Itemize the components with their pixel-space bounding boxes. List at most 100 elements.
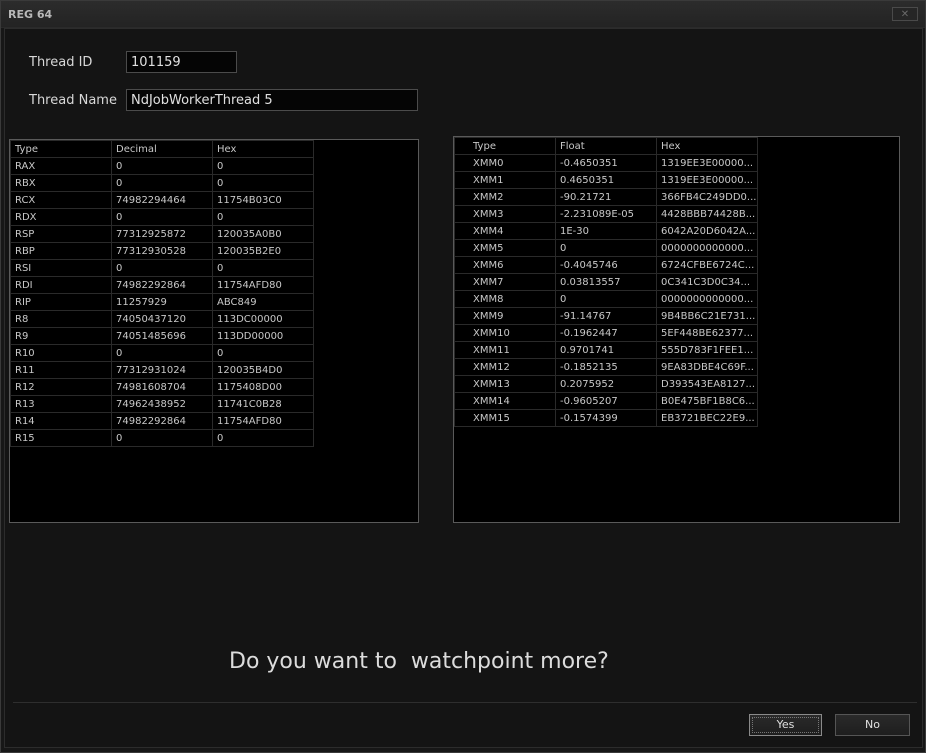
register-hex-cell: 6724CFBE6724C... [656,256,758,274]
table-row[interactable]: XMM13 0.2075952 D393543EA8127... [454,375,758,393]
register-value-cell: 74051485696 [111,327,213,345]
table-row[interactable]: XMM14 -0.9605207 B0E475BF1B8C6... [454,392,758,410]
register-name-cell: RBX [10,174,112,192]
register-name-cell: RCX [10,191,112,209]
table-row[interactable]: RCX 74982294464 11754B03C0 [10,191,314,209]
table-row[interactable]: XMM5 0 0000000000000... [454,239,758,257]
dialog-content: Thread ID Thread Name Type Decimal Hex [4,28,923,748]
table-row[interactable]: XMM3 -2.231089E-05 4428BBB74428B... [454,205,758,223]
register-name-cell: R11 [10,361,112,379]
register-name-cell: RSP [10,225,112,243]
register-value-cell: 0 [111,208,213,226]
register-name-cell: XMM9 [454,307,556,325]
table-row[interactable]: XMM1 0.4650351 1319EE3E00000... [454,171,758,189]
table-row[interactable]: RSI 0 0 [10,259,314,277]
register-name-cell: R12 [10,378,112,396]
register-value-cell: 74982294464 [111,191,213,209]
table-row[interactable]: RBX 0 0 [10,174,314,192]
divider [13,702,917,703]
watchpoint-prompt: Do you want to watchpoint more? [229,649,609,674]
register-value-cell: 74962438952 [111,395,213,413]
table-row[interactable]: RSP 77312925872 120035A0B0 [10,225,314,243]
table-row[interactable]: XMM10 -0.1962447 5EF448BE62377... [454,324,758,342]
register-hex-cell: 1319EE3E00000... [656,171,758,189]
register-hex-cell: B0E475BF1B8C6... [656,392,758,410]
table-row[interactable]: XMM6 -0.4045746 6724CFBE6724C... [454,256,758,274]
register-value-cell: -0.1574399 [555,409,657,427]
table-row[interactable]: R13 74962438952 11741C0B28 [10,395,314,413]
register-value-cell: 74982292864 [111,276,213,294]
yes-button[interactable]: Yes [749,714,822,736]
table-row[interactable]: XMM15 -0.1574399 EB3721BEC22E9... [454,409,758,427]
register-value-cell: -0.1962447 [555,324,657,342]
table-row[interactable]: XMM7 0.03813557 0C341C3D0C34... [454,273,758,291]
table-row[interactable]: R11 77312931024 120035B4D0 [10,361,314,379]
close-button[interactable]: ✕ [892,7,918,21]
table-row[interactable]: R12 74981608704 1175408D00 [10,378,314,396]
dialog-window: REG 64 ✕ Thread ID Thread Name Type Deci… [0,0,926,753]
table-row[interactable]: R8 74050437120 113DC00000 [10,310,314,328]
table-row[interactable]: R15 0 0 [10,429,314,447]
register-value-cell: -0.4650351 [555,154,657,172]
table-header-row: Type Decimal Hex [10,140,314,158]
table-row[interactable]: RBP 77312930528 120035B2E0 [10,242,314,260]
register-name-cell: R14 [10,412,112,430]
register-value-cell: 74050437120 [111,310,213,328]
column-header-hex[interactable]: Hex [656,137,758,155]
register-name-cell: XMM15 [454,409,556,427]
register-value-cell: 0 [111,157,213,175]
register-value-cell: 0 [111,174,213,192]
register-name-cell: R15 [10,429,112,447]
register-value-cell: 0.4650351 [555,171,657,189]
register-value-cell: -0.4045746 [555,256,657,274]
register-name-cell: R8 [10,310,112,328]
gp-registers-panel[interactable]: Type Decimal Hex RAX 0 0 RBX 0 0 RCX 7498229446… [9,139,419,523]
register-name-cell: R10 [10,344,112,362]
register-value-cell: 0 [555,239,657,257]
register-hex-cell: 366FB4C249DD0... [656,188,758,206]
register-name-cell: RSI [10,259,112,277]
register-value-cell: 1E-30 [555,222,657,240]
xmm-registers-panel[interactable]: Type Float Hex XMM0 -0.4650351 1319EE3E000… [453,136,900,523]
register-name-cell: XMM13 [454,375,556,393]
register-name-cell: XMM6 [454,256,556,274]
register-value-cell: 0.2075952 [555,375,657,393]
register-hex-cell: 0 [212,174,314,192]
register-value-cell: 0 [555,290,657,308]
column-header-type[interactable]: Type [454,137,556,155]
register-hex-cell: 0 [212,208,314,226]
table-row[interactable]: R9 74051485696 113DD00000 [10,327,314,345]
table-row[interactable]: R14 74982292864 11754AFD80 [10,412,314,430]
table-row[interactable]: RDX 0 0 [10,208,314,226]
register-hex-cell: 0 [212,259,314,277]
table-row[interactable]: RIP 11257929 ABC849 [10,293,314,311]
thread-name-field[interactable] [126,89,418,111]
table-row[interactable]: R10 0 0 [10,344,314,362]
column-header-hex[interactable]: Hex [212,140,314,158]
register-hex-cell: 0 [212,429,314,447]
title-bar[interactable]: REG 64 ✕ [1,1,925,28]
table-row[interactable]: XMM8 0 0000000000000... [454,290,758,308]
register-name-cell: XMM1 [454,171,556,189]
register-hex-cell: 11754B03C0 [212,191,314,209]
thread-id-field[interactable] [126,51,237,73]
no-button[interactable]: No [835,714,910,736]
register-hex-cell: 0 [212,344,314,362]
table-row[interactable]: XMM9 -91.14767 9B4BB6C21E731... [454,307,758,325]
register-name-cell: XMM8 [454,290,556,308]
register-hex-cell: D393543EA8127... [656,375,758,393]
table-row[interactable]: RAX 0 0 [10,157,314,175]
table-row[interactable]: XMM2 -90.21721 366FB4C249DD0... [454,188,758,206]
table-row[interactable]: XMM12 -0.1852135 9EA83DBE4C69F... [454,358,758,376]
column-header-type[interactable]: Type [10,140,112,158]
register-hex-cell: 11741C0B28 [212,395,314,413]
column-header-float[interactable]: Float [555,137,657,155]
column-header-decimal[interactable]: Decimal [111,140,213,158]
table-row[interactable]: XMM11 0.9701741 555D783F1FEE1... [454,341,758,359]
register-name-cell: RAX [10,157,112,175]
table-row[interactable]: XMM4 1E-30 6042A20D6042A... [454,222,758,240]
register-value-cell: 0 [111,429,213,447]
table-row[interactable]: XMM0 -0.4650351 1319EE3E00000... [454,154,758,172]
table-row[interactable]: RDI 74982292864 11754AFD80 [10,276,314,294]
register-value-cell: 11257929 [111,293,213,311]
